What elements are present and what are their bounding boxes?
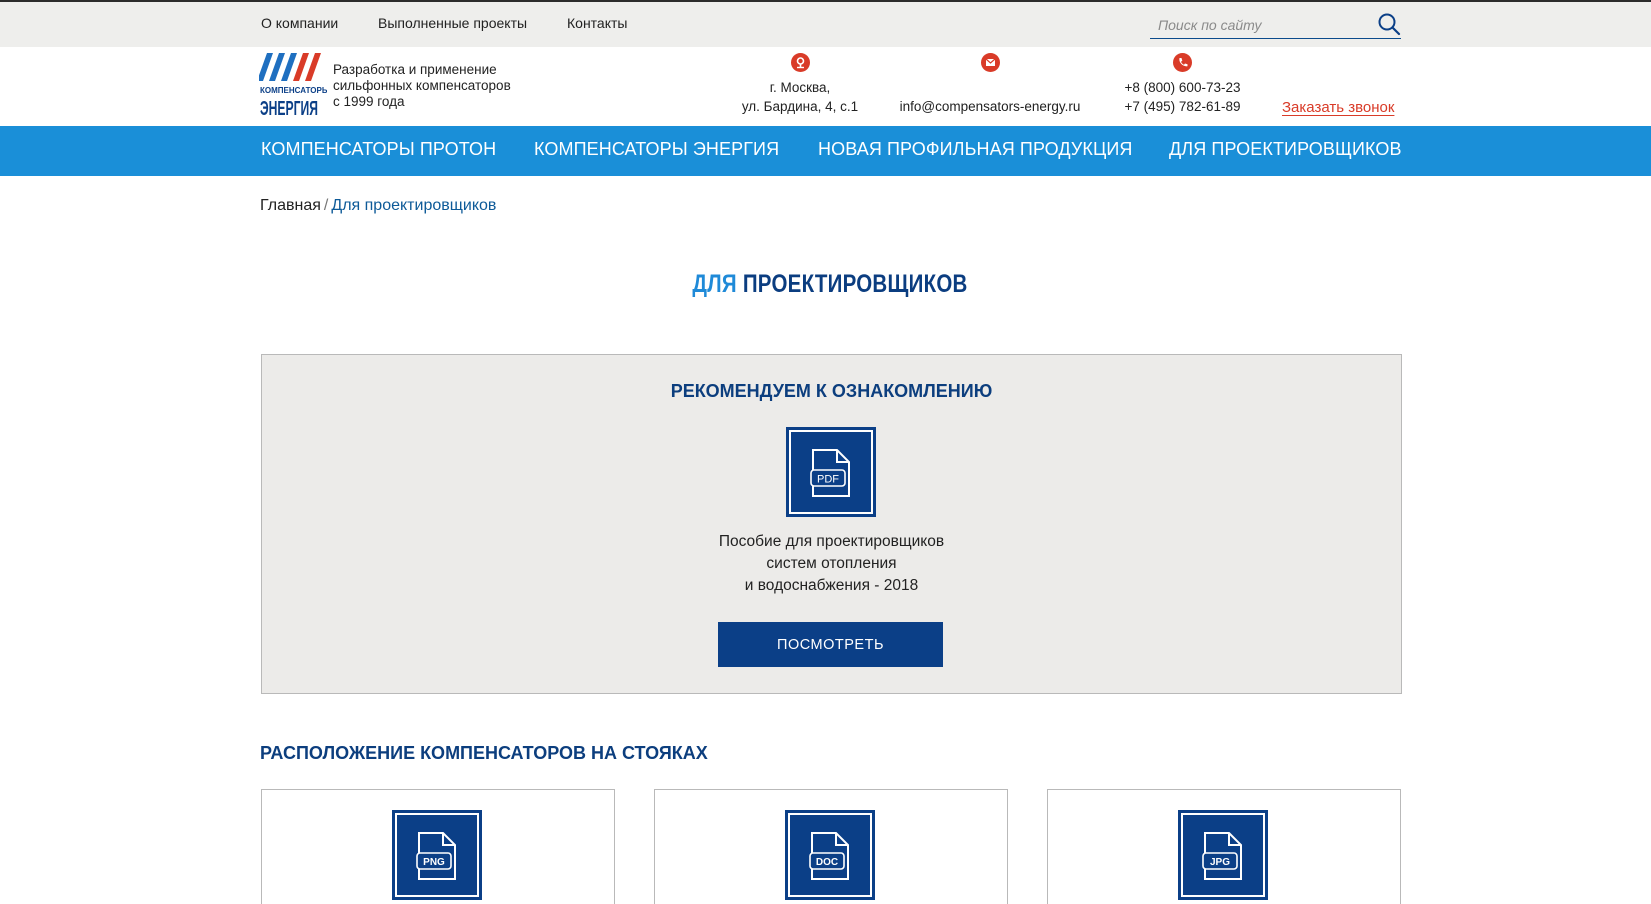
- page-title: ДЛЯ ПРОЕКТИРОВЩИКОВ: [149, 270, 1510, 299]
- page-title-part1: ДЛЯ: [692, 270, 737, 298]
- breadcrumb: Главная / Для проектировщиков: [260, 197, 496, 215]
- main-nav-energy[interactable]: КОМПЕНСАТОРЫ ЭНЕРГИЯ: [534, 139, 779, 160]
- mail-icon: [980, 53, 1000, 72]
- request-callback-link[interactable]: Заказать звонок: [1282, 99, 1394, 116]
- doc-file-icon[interactable]: DOC: [785, 810, 875, 900]
- recommended-title: РЕКОМЕНДУЕМ К ОЗНАКОМЛЕНИЮ: [670, 381, 993, 401]
- contact-email: info@compensators-energy.ru: [890, 53, 1090, 116]
- address-line: г. Москва,: [769, 80, 831, 95]
- view-button[interactable]: ПОСМОТРЕТЬ: [718, 622, 943, 667]
- email-link[interactable]: info@compensators-energy.ru: [890, 97, 1090, 116]
- company-logo[interactable]: КОМПЕНСАТОРЫ ЭНЕРГИЯ: [257, 53, 330, 120]
- address-line: ул. Бардина, 4, с.1: [741, 99, 859, 114]
- file-card[interactable]: DOC: [654, 789, 1008, 904]
- top-utility-bar: О компании Выполненные проекты Контакты: [0, 2, 1651, 47]
- pdf-file-icon[interactable]: PDF: [786, 427, 876, 517]
- location-pin-icon: [790, 53, 810, 72]
- phone-icon: [1173, 53, 1192, 72]
- logo-small-text: КОМПЕНСАТОРЫ: [260, 86, 327, 95]
- description-line: систем отопления: [766, 555, 897, 572]
- description-line: и водоснабжения - 2018: [744, 577, 919, 594]
- png-file-icon[interactable]: PNG: [392, 810, 482, 900]
- jpg-file-icon[interactable]: JPG: [1178, 810, 1268, 900]
- tagline-line: с 1999 года: [333, 94, 405, 109]
- contact-phones: +8 (800) 600-73-23 +7 (495) 782-61-89: [1115, 53, 1250, 116]
- company-tagline: Разработка и применение сильфонных компе…: [333, 62, 543, 110]
- page-title-part2: ПРОЕКТИРОВЩИКОВ: [742, 270, 968, 298]
- placement-section-title: РАСПОЛОЖЕНИЕ КОМПЕНСАТОРОВ НА СТОЯКАХ: [260, 743, 708, 763]
- search-icon[interactable]: [1377, 12, 1401, 36]
- tagline-line: сильфонных компенсаторов: [333, 78, 511, 93]
- breadcrumb-current: Для проектировщиков: [331, 197, 497, 214]
- tagline-line: Разработка и применение: [333, 62, 497, 77]
- search-input[interactable]: [1158, 15, 1358, 35]
- recommended-description: Пособие для проектировщиков систем отопл…: [262, 531, 1401, 597]
- main-nav-for-designers[interactable]: ДЛЯ ПРОЕКТИРОВЩИКОВ: [1169, 139, 1402, 160]
- logo-large-text: ЭНЕРГИЯ: [260, 98, 318, 119]
- top-nav-about-link[interactable]: О компании: [261, 15, 338, 31]
- doc-icon-label: DOC: [816, 857, 838, 868]
- contact-address: г. Москва, ул. Бардина, 4, с.1: [730, 53, 870, 116]
- jpg-icon-label: JPG: [1210, 857, 1230, 868]
- email-spacer: [890, 78, 1090, 97]
- breadcrumb-home-link[interactable]: Главная: [260, 197, 321, 214]
- top-nav-projects-link[interactable]: Выполненные проекты: [378, 15, 527, 31]
- pdf-icon-label: PDF: [817, 474, 839, 486]
- search-box: [1150, 10, 1401, 39]
- main-nav-proton[interactable]: КОМПЕНСАТОРЫ ПРОТОН: [261, 139, 496, 160]
- recommended-section: РЕКОМЕНДУЕМ К ОЗНАКОМЛЕНИЮ PDF Пособие д…: [261, 354, 1402, 694]
- site-header: КОМПЕНСАТОРЫ ЭНЕРГИЯ Разработка и примен…: [0, 47, 1651, 126]
- phone-number[interactable]: +7 (495) 782-61-89: [1115, 97, 1250, 116]
- file-card[interactable]: PNG: [261, 789, 615, 904]
- main-nav: КОМПЕНСАТОРЫ ПРОТОН КОМПЕНСАТОРЫ ЭНЕРГИЯ…: [0, 126, 1651, 176]
- phone-number[interactable]: +8 (800) 600-73-23: [1115, 78, 1250, 97]
- main-nav-new-products[interactable]: НОВАЯ ПРОФИЛЬНАЯ ПРОДУКЦИЯ: [818, 139, 1133, 160]
- description-line: Пособие для проектировщиков: [718, 533, 945, 550]
- top-nav-contacts-link[interactable]: Контакты: [567, 15, 627, 31]
- png-icon-label: PNG: [423, 857, 445, 868]
- breadcrumb-separator: /: [323, 197, 329, 214]
- file-card[interactable]: JPG: [1047, 789, 1401, 904]
